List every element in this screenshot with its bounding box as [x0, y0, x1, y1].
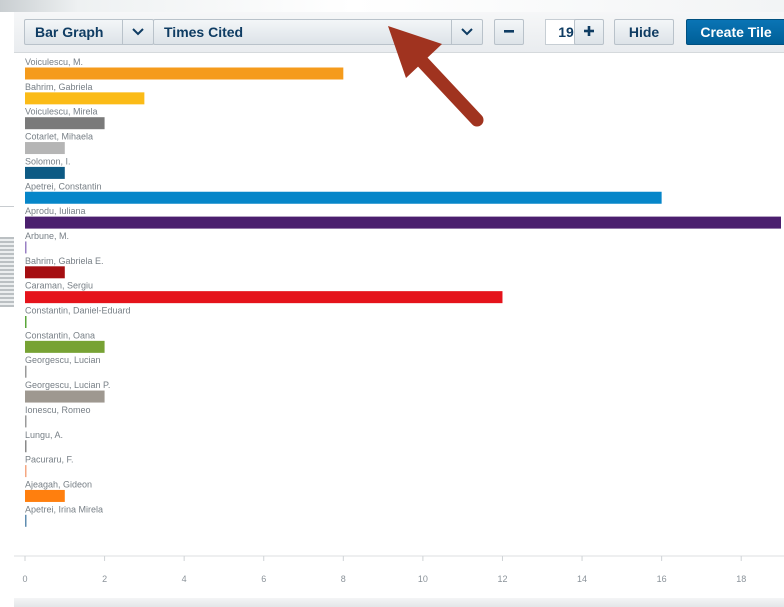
- bar-label: Ionescu, Romeo: [25, 405, 91, 415]
- x-tick-label: 4: [182, 574, 187, 584]
- bar[interactable]: [25, 514, 27, 527]
- bar-label: Apetrei, Irina Mirela: [25, 504, 103, 514]
- bar-label: Lungu, A.: [25, 430, 63, 440]
- increment-button[interactable]: [574, 19, 604, 45]
- bar-label: Constantin, Daniel-Eduard: [25, 306, 131, 316]
- bar[interactable]: [25, 489, 65, 502]
- bar[interactable]: [25, 241, 27, 254]
- bar[interactable]: [25, 316, 27, 328]
- bar-label: Aprodu, Iuliana: [25, 206, 86, 216]
- bar[interactable]: [25, 440, 27, 453]
- bar-label: Bahrim, Gabriela: [25, 82, 93, 92]
- x-tick-label: 2: [102, 574, 107, 584]
- chart-frame-bottom: [14, 598, 784, 607]
- bar-label: Bahrim, Gabriela E.: [25, 256, 104, 266]
- decrement-button[interactable]: [494, 19, 524, 45]
- bar[interactable]: [25, 117, 105, 130]
- bar-label: Cotarlet, Mihaela: [25, 132, 93, 142]
- bar[interactable]: [25, 415, 27, 428]
- bar-label: Pacuraru, F.: [25, 455, 74, 465]
- bar[interactable]: [25, 266, 65, 279]
- bar-chart: Voiculescu, M. Bahrim, Gabriela Voiculescu…: [14, 57, 784, 584]
- count-value: 19: [558, 24, 574, 40]
- x-tick-label: 14: [577, 574, 587, 584]
- bar[interactable]: [25, 67, 344, 80]
- x-tick-label: 6: [261, 574, 266, 584]
- bar[interactable]: [25, 142, 65, 155]
- plus-icon: [583, 24, 595, 40]
- bar[interactable]: [25, 216, 781, 229]
- create-tile-button[interactable]: Create Tile: [686, 19, 784, 45]
- bar-label: Caraman, Sergiu: [25, 281, 93, 291]
- metric-value: Times Cited: [164, 24, 244, 40]
- x-tick-label: 10: [418, 574, 428, 584]
- bar[interactable]: [25, 465, 27, 478]
- bar-label: Georgescu, Lucian P.: [25, 380, 110, 390]
- bar-label: Voiculescu, Mirela: [25, 107, 98, 117]
- minus-icon: [503, 24, 515, 40]
- create-tile-label: Create Tile: [700, 24, 772, 40]
- bar[interactable]: [25, 291, 503, 304]
- bar[interactable]: [25, 92, 145, 105]
- bar[interactable]: [25, 365, 27, 378]
- bar[interactable]: [25, 390, 105, 403]
- bar[interactable]: [25, 166, 65, 179]
- hide-label: Hide: [628, 24, 660, 40]
- bar-label: Constantin, Oana: [25, 330, 95, 340]
- annotation-arrow: [388, 26, 484, 127]
- view-type-value: Bar Graph: [35, 24, 104, 40]
- x-tick-label: 8: [341, 574, 346, 584]
- bar-label: Georgescu, Lucian: [25, 355, 101, 365]
- x-tick-label: 16: [657, 574, 667, 584]
- view-type-select[interactable]: Bar Graph: [24, 19, 154, 45]
- chevron-down-icon[interactable]: [122, 20, 153, 44]
- bar-label: Apetrei, Constantin: [25, 181, 102, 191]
- slide-background-top: [0, 0, 784, 12]
- bar-label: Solomon, I.: [25, 156, 71, 166]
- bar-label: Ajeagah, Gideon: [25, 479, 92, 489]
- x-tick-label: 0: [22, 574, 27, 584]
- x-tick-label: 18: [736, 574, 746, 584]
- bar-label: Arbune, M.: [25, 231, 69, 241]
- bar[interactable]: [25, 340, 105, 353]
- bar-label: Voiculescu, M.: [25, 57, 83, 67]
- bar[interactable]: [25, 191, 662, 204]
- chart-plot-area: Voiculescu, M. Bahrim, Gabriela Voiculescu…: [14, 57, 784, 584]
- hide-button[interactable]: Hide: [614, 19, 674, 45]
- x-tick-label: 12: [497, 574, 507, 584]
- arrow-up-left-icon: [388, 26, 484, 127]
